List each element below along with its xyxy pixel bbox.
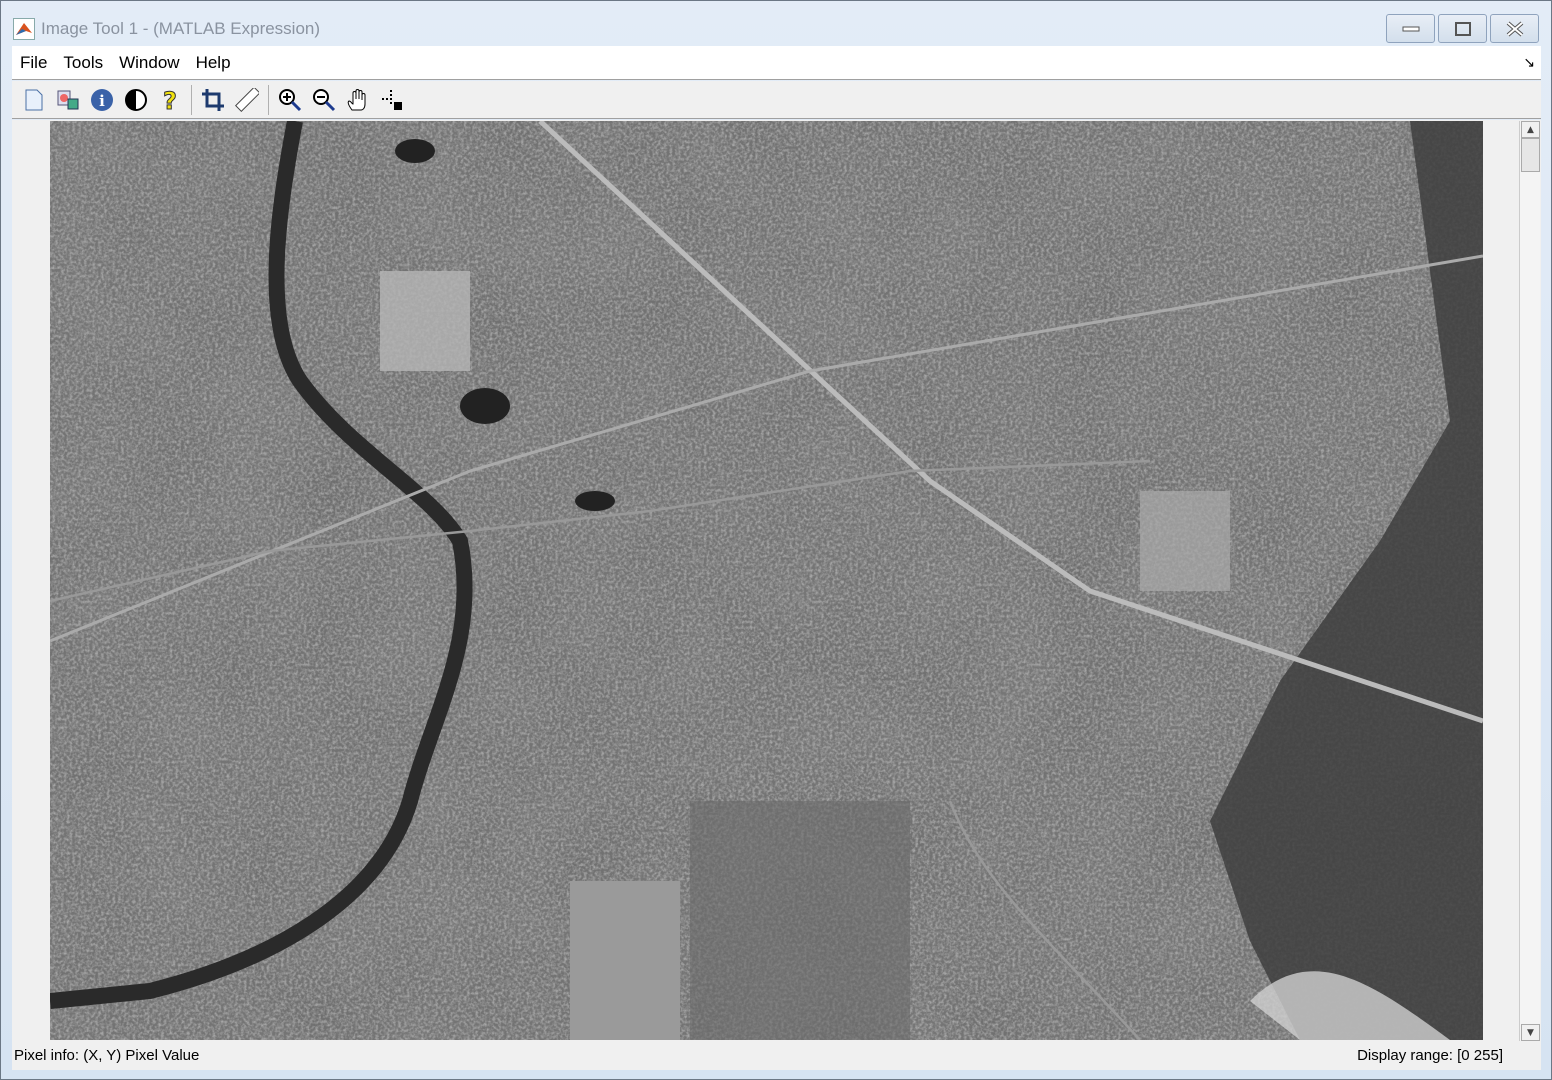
dock-arrow-icon[interactable]: ↘ <box>1523 55 1535 71</box>
svg-text:i: i <box>99 92 105 110</box>
zoom-in-icon[interactable] <box>273 84 307 116</box>
pixel-info-text: Pixel info: (X, Y) Pixel Value <box>14 1047 200 1064</box>
close-button[interactable] <box>1490 14 1539 43</box>
title-bar: Image Tool 1 - (MATLAB Expression) <box>13 15 320 43</box>
menu-bar: File Tools Window Help ↘ <box>12 46 1541 80</box>
menu-help[interactable]: Help <box>196 53 231 73</box>
maximize-button[interactable] <box>1438 14 1487 43</box>
contrast-icon[interactable] <box>119 84 153 116</box>
image-tool-window: Image Tool 1 - (MATLAB Expression) File … <box>0 0 1552 1080</box>
help-icon[interactable]: ? <box>153 84 187 116</box>
scroll-down-button[interactable]: ▼ <box>1521 1024 1540 1041</box>
image-scroll-panel: ▲ ▼ <box>12 120 1541 1042</box>
pixel-region-icon[interactable] <box>375 84 409 116</box>
toolbar: i ? <box>12 81 1541 119</box>
toolbar-separator <box>268 84 269 115</box>
menu-tools[interactable]: Tools <box>63 53 103 73</box>
svg-text:?: ? <box>163 87 177 113</box>
window-title: Image Tool 1 - (MATLAB Expression) <box>41 19 321 38</box>
pan-hand-icon[interactable] <box>341 84 375 116</box>
scrollbar-thumb[interactable] <box>1521 138 1540 172</box>
minimize-button[interactable] <box>1386 14 1435 43</box>
matlab-icon <box>13 18 35 40</box>
distance-ruler-icon[interactable] <box>230 84 264 116</box>
vertical-scrollbar[interactable]: ▲ ▼ <box>1519 121 1540 1041</box>
image-info-icon[interactable]: i <box>85 84 119 116</box>
menu-file[interactable]: File <box>20 53 47 73</box>
aerial-image[interactable] <box>50 121 1483 1040</box>
new-figure-icon[interactable] <box>17 84 51 116</box>
zoom-out-icon[interactable] <box>307 84 341 116</box>
crop-icon[interactable] <box>196 84 230 116</box>
toolbar-separator <box>191 84 192 115</box>
export-icon[interactable] <box>51 84 85 116</box>
status-bar: Pixel info: (X, Y) Pixel Value Display r… <box>12 1042 1541 1070</box>
menu-window[interactable]: Window <box>119 53 179 73</box>
display-range-text: Display range: [0 255] <box>1357 1047 1503 1064</box>
scroll-up-button[interactable]: ▲ <box>1521 121 1540 138</box>
